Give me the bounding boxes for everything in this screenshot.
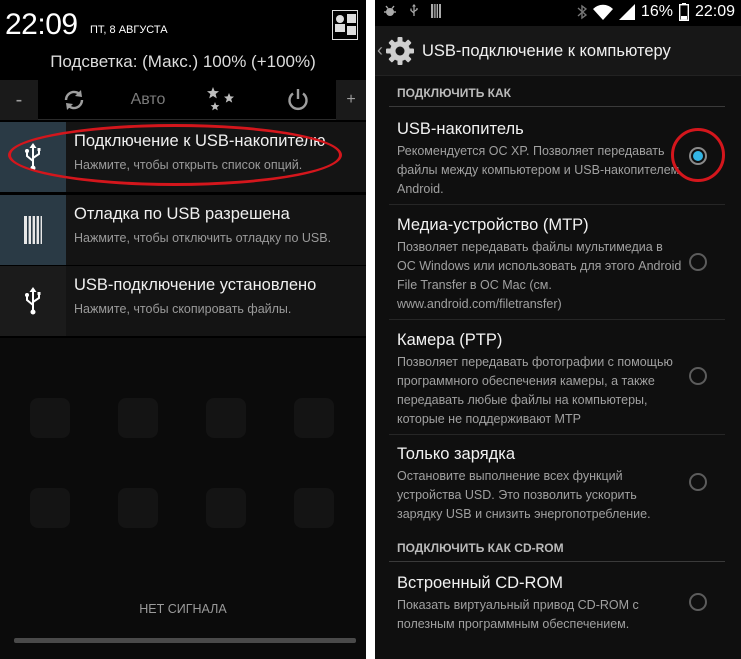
app-icon-shadow [206,488,246,528]
section-divider [389,561,725,562]
daydream-button[interactable] [200,80,244,120]
settings-gear-icon[interactable] [385,36,415,66]
shade-header: 22:09 пт, 8 августа [0,0,366,50]
auto-rotate-button[interactable] [54,80,94,120]
brightness-plus-button[interactable]: + [336,80,366,120]
wifi-icon [592,4,613,20]
usb-icon [25,287,41,315]
radio-button[interactable] [689,367,707,385]
notification-title: USB-подключение установлено [74,276,317,294]
option-title: USB-накопитель [397,120,524,138]
option-description: Рекомендуется ОС XP. Позволяет передават… [397,144,680,196]
notification-usb-debugging[interactable]: Отладка по USB разрешена Нажмите, чтобы … [0,195,366,265]
app-icon-shadow [206,398,246,438]
option-description: Позволяет передавать фотографии с помощь… [397,355,673,426]
highlight-oval [8,124,342,186]
app-icon-shadow [294,488,334,528]
usb-settings-screen: 16% 22:09 ‹ USB-подключение к компьютеру… [375,0,741,659]
storage-bars-icon [431,4,441,18]
section-divider [389,106,725,107]
stars-icon [207,87,234,111]
date: пт, 8 августа [90,24,168,36]
power-icon [288,89,308,111]
option-title: Только зарядка [397,445,516,463]
battery-percent: 16% [640,3,673,20]
option-title: Встроенный CD-ROM [397,574,564,592]
option-mtp[interactable]: Медиа-устройство (MTP) Позволяет передав… [375,205,741,319]
action-bar: ‹ USB-подключение к компьютеру [375,26,741,76]
notification-usb-connected[interactable]: USB-подключение установлено Нажмите, что… [0,266,366,336]
auto-brightness-button[interactable]: Авто [118,80,178,120]
option-description: Показать виртуальный привод CD-ROM с пол… [397,598,639,631]
radio-button[interactable] [689,253,707,271]
brightness-label: Подсветка: (Макс.) 100% (+100%) [50,52,316,71]
app-icon-shadow [30,398,70,438]
app-icon-shadow [30,488,70,528]
highlight-circle [671,128,725,182]
battery-icon [678,3,689,21]
app-icon-shadow [294,398,334,438]
clock: 22:09 [5,8,78,41]
debug-bars-icon [24,216,42,244]
debug-icon [384,5,396,16]
notification-title: Отладка по USB разрешена [74,205,290,223]
user-settings-icon[interactable] [332,10,358,40]
radio-button[interactable] [689,473,707,491]
section-header-connect-as: Подключить как [397,86,511,100]
option-charge-only[interactable]: Только зарядка Остановите выполнение все… [375,435,741,530]
panel-divider [366,0,375,659]
option-title: Камера (PTP) [397,331,503,349]
app-icon-shadow [118,488,158,528]
notification-shade: 22:09 пт, 8 августа Подсветка: (Макс.) 1… [0,0,366,659]
power-button[interactable] [278,80,318,120]
usb-icon [410,4,418,16]
bluetooth-icon [577,4,587,20]
option-title: Медиа-устройство (MTP) [397,216,589,234]
app-icon-shadow [118,398,158,438]
signal-icon [618,4,635,20]
option-builtin-cdrom[interactable]: Встроенный CD-ROM Показать виртуальный п… [375,563,741,639]
section-header-cdrom: Подключить как CD-ROM [397,541,564,555]
status-bar: 16% 22:09 [375,0,741,26]
notification-subtitle: Нажмите, чтобы скопировать файлы. [74,302,292,316]
radio-button[interactable] [689,593,707,611]
screen-title: USB-подключение к компьютеру [422,42,671,60]
brightness-minus-button[interactable]: - [0,80,38,120]
quick-settings-row: - Авто + [0,80,366,120]
back-chevron-icon[interactable]: ‹ [377,40,383,61]
status-clock: 22:09 [694,3,735,20]
rotate-icon [64,90,84,110]
notification-subtitle: Нажмите, чтобы отключить отладку по USB. [74,231,332,245]
no-signal-label: Нет сигнала [139,602,227,616]
shade-handle[interactable] [14,638,356,643]
option-description: Позволяет передавать файлы мультимедиа в… [397,240,682,311]
option-description: Остановите выполнение всех функций устро… [397,469,651,521]
option-ptp[interactable]: Камера (PTP) Позволяет передавать фотогр… [375,320,741,434]
